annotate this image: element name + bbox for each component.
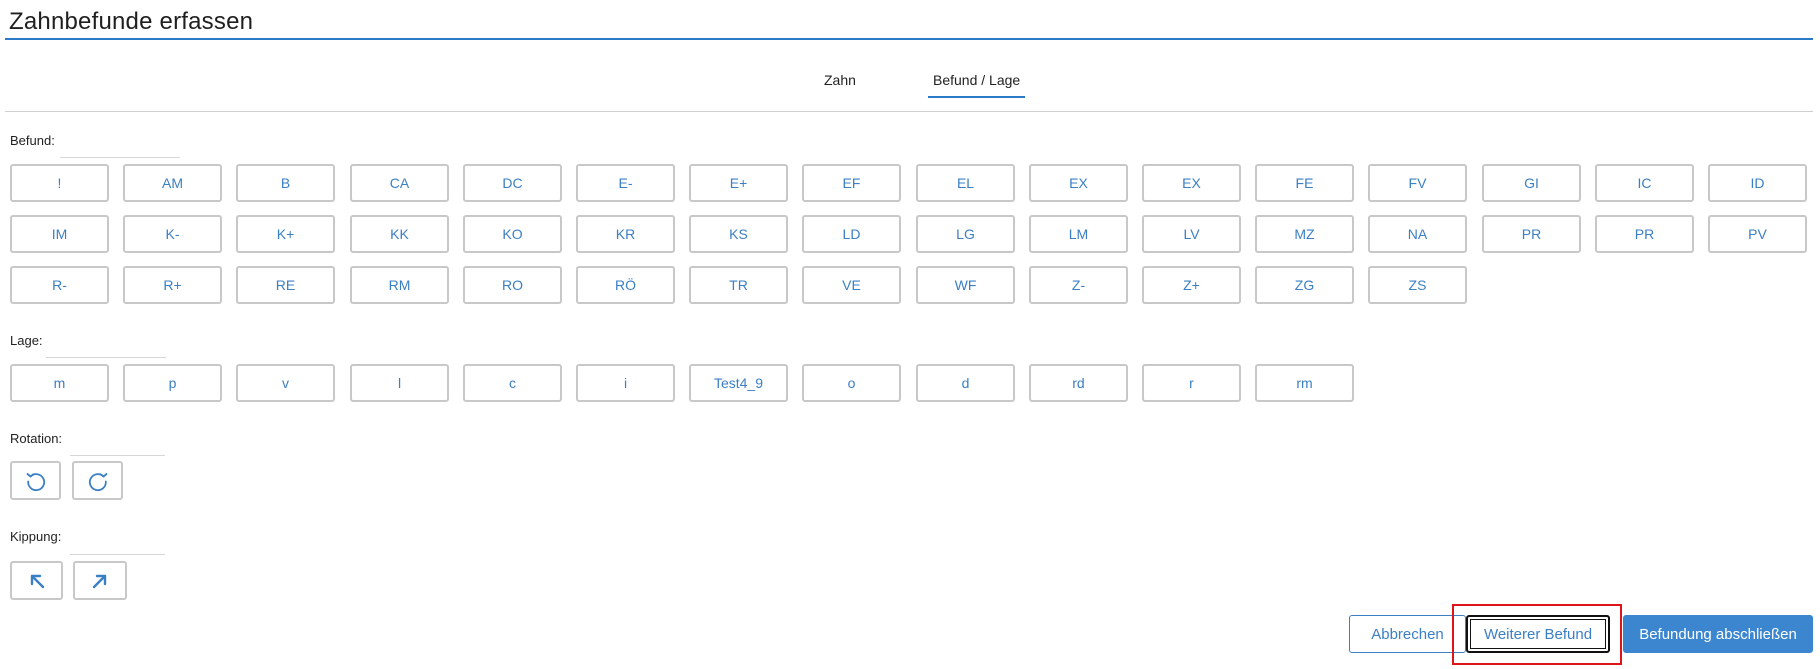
tab-befund-lage[interactable]: Befund / Lage <box>933 72 1020 88</box>
lage-button[interactable]: rm <box>1255 364 1354 402</box>
lage-button[interactable]: v <box>236 364 335 402</box>
befund-button[interactable]: NA <box>1368 215 1467 253</box>
befund-button[interactable]: K+ <box>236 215 335 253</box>
kippung-label: Kippung: <box>10 529 62 544</box>
tilt-right-button[interactable] <box>73 561 127 600</box>
befund-button[interactable]: PR <box>1595 215 1694 253</box>
lage-button[interactable]: m <box>10 364 109 402</box>
befund-button[interactable]: CA <box>350 164 449 202</box>
befund-button[interactable]: RE <box>236 266 335 304</box>
befund-label-rule <box>60 157 180 158</box>
page-title: Zahnbefunde erfassen <box>9 8 254 35</box>
befund-button[interactable]: ! <box>10 164 109 202</box>
befund-button[interactable]: IM <box>10 215 109 253</box>
befund-button[interactable]: Z- <box>1029 266 1128 304</box>
tab-bar: Zahn Befund / Lage <box>0 72 1820 102</box>
kippung-label-rule <box>70 554 165 555</box>
lage-button[interactable]: c <box>463 364 562 402</box>
befund-button[interactable]: DC <box>463 164 562 202</box>
befund-button[interactable]: ID <box>1708 164 1807 202</box>
befund-button[interactable]: ZG <box>1255 266 1354 304</box>
befund-button[interactable]: MZ <box>1255 215 1354 253</box>
befund-button[interactable]: LV <box>1142 215 1241 253</box>
rotate-cw-icon <box>88 472 107 491</box>
befund-button[interactable]: VE <box>802 266 901 304</box>
befund-button[interactable]: RO <box>463 266 562 304</box>
arrow-up-right-icon <box>92 574 107 588</box>
befund-button[interactable]: KR <box>576 215 675 253</box>
lage-button[interactable]: d <box>916 364 1015 402</box>
befund-button[interactable]: PV <box>1708 215 1807 253</box>
lage-button[interactable]: r <box>1142 364 1241 402</box>
befund-button[interactable]: EL <box>916 164 1015 202</box>
befund-button[interactable]: FV <box>1368 164 1467 202</box>
lage-button[interactable]: rd <box>1029 364 1128 402</box>
befund-button[interactable]: PR <box>1482 215 1581 253</box>
befund-button[interactable]: IC <box>1595 164 1694 202</box>
befund-button[interactable]: KS <box>689 215 788 253</box>
befund-button[interactable]: WF <box>916 266 1015 304</box>
befund-button[interactable]: EX <box>1029 164 1128 202</box>
befund-button[interactable]: TR <box>689 266 788 304</box>
befund-button[interactable]: RM <box>350 266 449 304</box>
rotate-ccw-icon <box>26 472 45 491</box>
befund-button[interactable]: LD <box>802 215 901 253</box>
lage-button[interactable]: l <box>350 364 449 402</box>
befund-button[interactable]: GI <box>1482 164 1581 202</box>
befund-button[interactable]: RÖ <box>576 266 675 304</box>
befund-button[interactable]: AM <box>123 164 222 202</box>
befund-button[interactable]: KK <box>350 215 449 253</box>
tab-divider <box>5 111 1813 112</box>
rotation-label: Rotation: <box>10 431 63 446</box>
rotate-ccw-button[interactable] <box>10 461 61 500</box>
tilt-left-button[interactable] <box>10 561 63 600</box>
befund-button[interactable]: EX <box>1142 164 1241 202</box>
rotation-label-rule <box>70 455 165 456</box>
lage-label-rule <box>46 357 166 358</box>
title-divider <box>5 38 1813 40</box>
befund-button[interactable]: KO <box>463 215 562 253</box>
befund-button[interactable]: FE <box>1255 164 1354 202</box>
befund-button[interactable]: ZS <box>1368 266 1467 304</box>
befund-button[interactable]: R+ <box>123 266 222 304</box>
befund-button[interactable]: Z+ <box>1142 266 1241 304</box>
lage-label: Lage: <box>10 333 43 348</box>
befund-label: Befund: <box>10 133 55 148</box>
next-finding-button[interactable]: Weiterer Befund <box>1466 615 1610 653</box>
befund-button[interactable]: LM <box>1029 215 1128 253</box>
active-tab-indicator <box>928 96 1025 98</box>
lage-button[interactable]: o <box>802 364 901 402</box>
cancel-button[interactable]: Abbrechen <box>1349 615 1466 653</box>
befund-button[interactable]: K- <box>123 215 222 253</box>
lage-button[interactable]: i <box>576 364 675 402</box>
rotate-cw-button[interactable] <box>72 461 123 500</box>
finish-button[interactable]: Befundung abschließen <box>1623 615 1813 653</box>
befund-button[interactable]: E- <box>576 164 675 202</box>
lage-button[interactable]: p <box>123 364 222 402</box>
befund-button[interactable]: LG <box>916 215 1015 253</box>
befund-button[interactable]: EF <box>802 164 901 202</box>
arrow-up-left-icon <box>30 574 44 588</box>
lage-button[interactable]: Test4_9 <box>689 364 788 402</box>
befund-button[interactable]: E+ <box>689 164 788 202</box>
befund-button[interactable]: R- <box>10 266 109 304</box>
befund-button[interactable]: B <box>236 164 335 202</box>
tab-zahn[interactable]: Zahn <box>824 72 856 88</box>
